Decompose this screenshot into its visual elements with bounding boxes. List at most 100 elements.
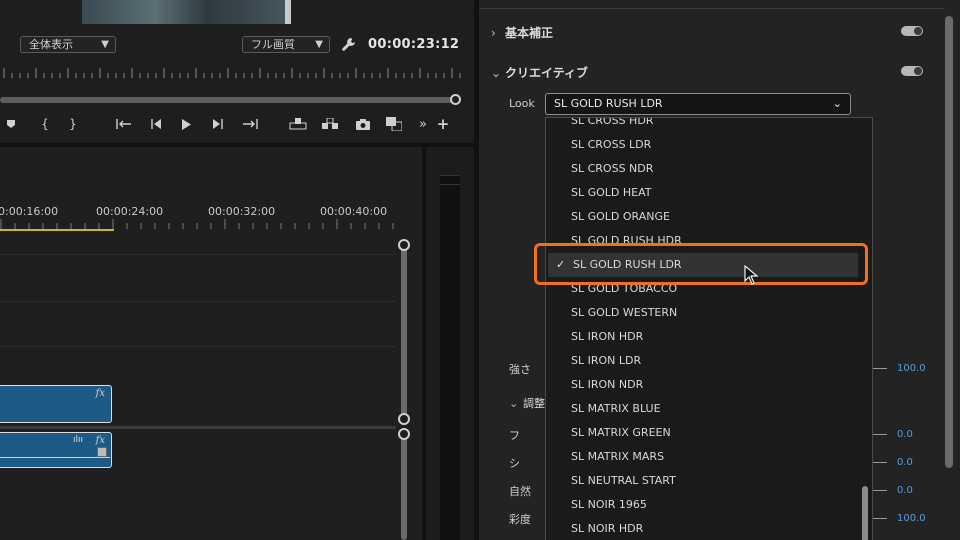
scrollbar-handle-bottom[interactable] [398, 413, 410, 425]
timeline-panel: 0:00:16:00 00:00:24:00 00:00:32:00 00:00… [0, 147, 422, 540]
section-title: 基本補正 [505, 26, 554, 40]
look-option[interactable]: SL MATRIX MARS [546, 445, 860, 469]
panel-scrollbar[interactable] [945, 16, 953, 468]
look-option[interactable]: SL NOIR HDR [546, 517, 860, 540]
section-basic-correction[interactable]: › 基本補正 [491, 24, 553, 41]
look-option[interactable]: SL NOIR 1965 [546, 493, 860, 517]
mark-in-icon[interactable]: { [34, 112, 56, 136]
chevron-down-icon: ▼ [315, 39, 323, 50]
look-option[interactable]: SL CROSS LDR [546, 133, 860, 157]
ruler-label-32: 00:00:32:00 [208, 205, 276, 218]
more-chevrons-icon[interactable]: » [412, 112, 434, 136]
step-back-icon[interactable] [145, 112, 167, 136]
look-option-label: SL CROSS HDR [571, 117, 654, 127]
intensity-slider[interactable] [873, 368, 887, 369]
look-option-label: SL CROSS NDR [571, 162, 654, 175]
comparison-view-icon[interactable] [383, 112, 405, 136]
chevron-right-icon: › [491, 26, 496, 40]
adjust-row-label: フ [509, 429, 520, 442]
scrub-bar-handle[interactable] [450, 94, 461, 105]
track-divider [0, 301, 396, 302]
look-option-label: SL IRON LDR [571, 354, 642, 367]
track-divider [0, 346, 396, 347]
look-option-label: SL IRON NDR [571, 378, 644, 391]
look-option[interactable]: SL MATRIX BLUE [546, 397, 860, 421]
scrollbar-handle-top[interactable] [398, 428, 410, 440]
panel-top-divider [479, 8, 945, 9]
ruler-label-24: 00:00:24:00 [96, 205, 164, 218]
adjust-row-label: 彩度 [509, 513, 531, 526]
section-title: クリエイティブ [505, 66, 589, 80]
look-option-label: SL NOIR 1965 [571, 498, 647, 511]
work-area-bar[interactable] [0, 229, 114, 231]
look-label: Look [509, 97, 535, 110]
look-option[interactable]: SL CROSS HDR [546, 117, 860, 133]
section-adjust[interactable]: ⌄ 調整 [509, 395, 545, 411]
add-button-icon[interactable]: + [432, 112, 454, 136]
adjust-value[interactable]: 0.0 [897, 485, 913, 496]
monitor-time-ruler[interactable] [0, 64, 462, 82]
intensity-label: 強さ [509, 363, 531, 376]
timeline-ruler[interactable] [0, 219, 396, 229]
look-option-label: SL MATRIX MARS [571, 450, 665, 463]
mouse-cursor-icon [744, 265, 758, 285]
section-creative[interactable]: ⌄ クリエイティブ [491, 64, 588, 81]
look-option-label: SL GOLD WESTERN [571, 306, 678, 319]
look-option[interactable]: SL CROSS NDR [546, 157, 860, 181]
scrollbar-handle-top[interactable] [398, 239, 410, 251]
look-option[interactable]: SL GOLD ORANGE [546, 205, 860, 229]
look-option[interactable]: SL GOLD HEAT [546, 181, 860, 205]
zoom-fit-label: 全体表示 [29, 38, 73, 51]
audio-clip[interactable]: fx ılıı [0, 432, 112, 468]
video-tracks-scrollbar[interactable] [401, 245, 407, 417]
creative-toggle[interactable] [901, 66, 923, 76]
playback-quality-select[interactable]: フル画質 ▼ [242, 36, 330, 53]
video-audio-divider[interactable] [0, 426, 396, 429]
selection-highlight-box [534, 243, 868, 285]
video-preview [82, 0, 291, 24]
look-option[interactable]: SL MATRIX GREEN [546, 421, 860, 445]
look-select-value: SL GOLD RUSH LDR [554, 97, 663, 110]
track-divider [0, 254, 396, 255]
playback-quality-label: フル画質 [251, 38, 295, 51]
monitor-scrub-bar[interactable] [0, 97, 456, 103]
look-option[interactable]: SL IRON NDR [546, 373, 860, 397]
look-option[interactable]: SL NEUTRAL START [546, 469, 860, 493]
look-option[interactable]: SL IRON HDR [546, 325, 860, 349]
section-title: 調整 [523, 397, 545, 410]
look-select[interactable]: SL GOLD RUSH LDR ⌄ [545, 93, 851, 115]
adjust-slider[interactable] [873, 434, 887, 435]
intensity-value[interactable]: 100.0 [897, 363, 926, 374]
look-option[interactable]: SL GOLD WESTERN [546, 301, 860, 325]
adjust-value[interactable]: 0.0 [897, 429, 913, 440]
look-option[interactable]: SL IRON LDR [546, 349, 860, 373]
step-forward-icon[interactable] [207, 112, 229, 136]
dropdown-scrollbar[interactable] [862, 486, 868, 540]
audio-tracks-scrollbar[interactable] [401, 435, 407, 540]
fx-badge: fx [95, 388, 105, 399]
transport-controls: { } » + [0, 112, 462, 136]
volume-rubberband[interactable] [0, 457, 110, 458]
zoom-fit-select[interactable]: 全体表示 ▼ [20, 36, 116, 53]
chevron-down-icon: ⌄ [509, 397, 519, 410]
look-option-label: SL CROSS LDR [571, 138, 652, 151]
program-monitor: 全体表示 ▼ フル画質 ▼ 00:00:23:12 { } » + [0, 0, 474, 143]
extract-icon[interactable] [319, 112, 341, 136]
go-to-in-icon[interactable] [113, 112, 135, 136]
camera-icon[interactable] [352, 112, 374, 136]
adjust-value[interactable]: 100.0 [897, 513, 926, 524]
adjust-slider[interactable] [873, 462, 887, 463]
video-clip[interactable]: fx [0, 385, 112, 423]
go-to-out-icon[interactable] [239, 112, 261, 136]
play-icon[interactable] [175, 112, 197, 136]
basic-correction-toggle[interactable] [901, 26, 923, 36]
playhead-timecode[interactable]: 00:00:23:12 [368, 37, 459, 52]
lift-icon[interactable] [287, 112, 309, 136]
adjust-value[interactable]: 0.0 [897, 457, 913, 468]
add-marker-icon[interactable] [0, 112, 22, 136]
mark-out-icon[interactable]: } [62, 112, 84, 136]
adjust-slider[interactable] [873, 490, 887, 491]
adjust-slider[interactable] [873, 518, 887, 519]
wrench-icon[interactable] [340, 36, 358, 54]
look-option-label: SL NOIR HDR [571, 522, 644, 535]
